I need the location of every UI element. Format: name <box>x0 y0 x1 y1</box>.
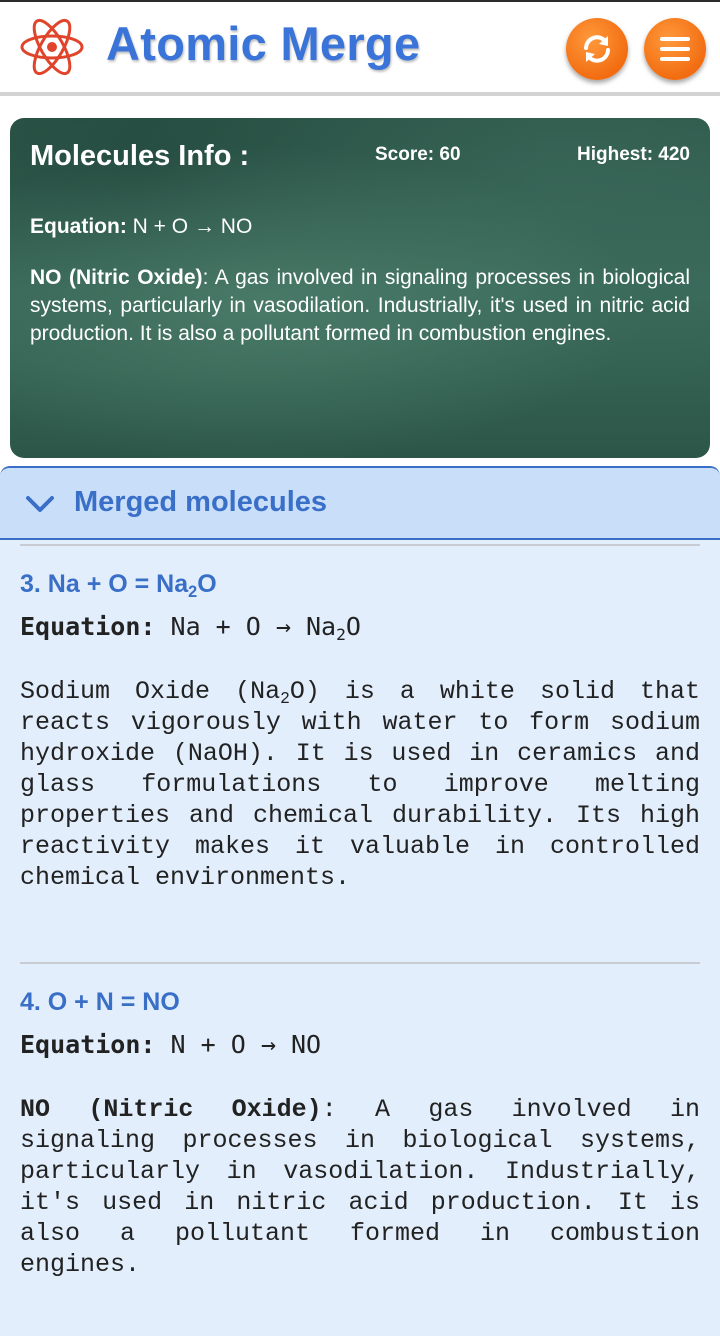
entry-title: 3. Na + O = Na2O <box>20 570 217 601</box>
molecule-name: NO (Nitric Oxide) <box>20 1095 322 1124</box>
divider <box>20 962 700 964</box>
menu-button[interactable] <box>644 18 706 80</box>
app-header: Atomic Merge <box>0 2 720 96</box>
info-description: NO (Nitric Oxide): A gas involved in sig… <box>30 264 690 348</box>
description-text: Sodium Oxide (Na <box>20 677 281 706</box>
entry-title: 4. O + N = NO <box>20 988 180 1016</box>
equation-subscript: 2 <box>336 624 346 644</box>
divider <box>20 544 700 546</box>
entry-title-suffix: O <box>197 570 217 598</box>
score-label: Score: 60 <box>375 144 461 165</box>
merged-molecules-section: Merged molecules 3. Na + O = Na2O Equati… <box>0 466 720 1336</box>
equation-value: Na + O → Na <box>170 612 337 641</box>
merged-molecules-title: Merged molecules <box>74 486 328 518</box>
refresh-icon <box>584 35 610 63</box>
equation-label: Equation: <box>30 215 127 238</box>
merged-molecules-toggle[interactable]: Merged molecules <box>0 468 720 540</box>
entry-title-subscript: 2 <box>188 582 198 601</box>
info-title: Molecules Info : <box>30 140 250 172</box>
highest-score-label: Highest: 420 <box>577 144 690 165</box>
molecule-name: NO (Nitric Oxide) <box>30 266 203 289</box>
hamburger-menu-icon <box>660 37 690 61</box>
refresh-button[interactable] <box>566 18 628 80</box>
equation-label: Equation: <box>20 1030 156 1059</box>
entry-description: NO (Nitric Oxide): A gas involved in sig… <box>20 1094 700 1280</box>
equation-suffix: O <box>345 612 361 641</box>
equation-label: Equation: <box>20 612 156 641</box>
equation-value: N + O → NO <box>132 215 253 238</box>
equation-value: N + O → NO <box>170 1030 322 1059</box>
atom-icon <box>20 18 84 76</box>
entry-equation: Equation: Na + O → Na2O <box>20 612 361 644</box>
description-subscript: 2 <box>280 688 290 708</box>
chevron-down-icon <box>26 496 54 512</box>
description-text-rest: O) is a white solid that reacts vigorous… <box>20 677 700 892</box>
entry-description: Sodium Oxide (Na2O) is a white solid tha… <box>20 676 700 893</box>
entry-title-text: 3. Na + O = Na <box>20 570 189 598</box>
info-equation: Equation: N + O → NO <box>30 215 252 239</box>
entry-equation: Equation: N + O → NO <box>20 1030 321 1059</box>
app-title: Atomic Merge <box>106 17 421 70</box>
molecules-info-panel: Molecules Info : Score: 60 Highest: 420 … <box>10 118 710 458</box>
